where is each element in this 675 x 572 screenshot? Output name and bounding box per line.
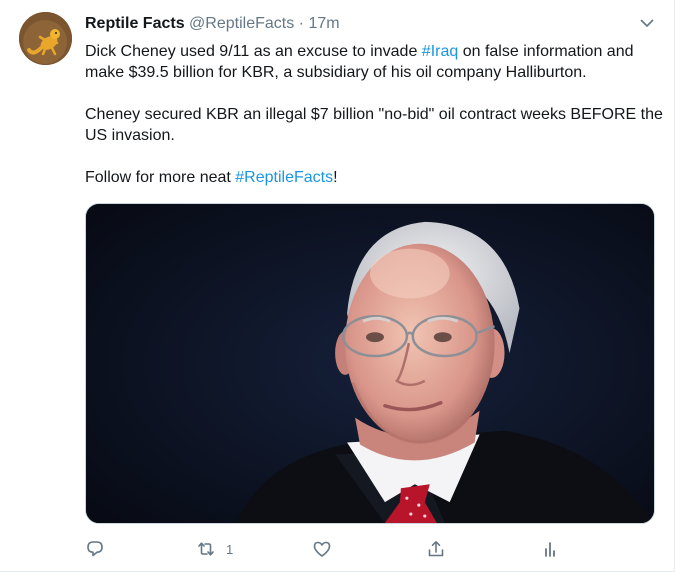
timestamp[interactable]: 17m	[308, 15, 339, 32]
reply-icon	[87, 541, 103, 557]
retweet-button[interactable]: 1	[196, 536, 233, 562]
chevron-down-icon	[640, 19, 654, 27]
text-segment: Follow for more neat	[85, 169, 236, 186]
share-button[interactable]	[426, 536, 446, 562]
retweet-icon	[198, 542, 214, 556]
lizard-avatar-icon	[19, 12, 72, 65]
tweet-paragraph: Follow for more neat #ReptileFacts!	[85, 167, 665, 188]
more-options-button[interactable]	[638, 14, 656, 32]
reply-button[interactable]	[85, 536, 105, 562]
tweet-paragraph: Cheney secured KBR an illegal $7 billion…	[85, 106, 663, 144]
analytics-button[interactable]	[540, 536, 560, 562]
share-icon	[428, 541, 444, 557]
tweet-card[interactable]: Reptile Facts @ReptileFacts · 17m Dick C…	[0, 0, 675, 572]
separator-dot: ·	[298, 15, 304, 32]
tweet-header: Reptile Facts @ReptileFacts · 17m	[85, 14, 340, 34]
tweet-text: Dick Cheney used 9/11 as an excuse to in…	[85, 41, 665, 188]
hashtag-link[interactable]: #Iraq	[422, 43, 458, 60]
text-segment: Dick Cheney used 9/11 as an excuse to in…	[85, 43, 422, 60]
tweet-photo[interactable]	[85, 203, 655, 524]
heart-icon	[313, 541, 331, 557]
avatar[interactable]	[19, 12, 72, 65]
tweet-actions: 1	[85, 536, 565, 562]
text-segment: !	[333, 169, 338, 186]
retweet-count: 1	[226, 541, 234, 557]
user-handle[interactable]: @ReptileFacts	[189, 15, 294, 32]
portrait-photo	[86, 204, 654, 523]
display-name[interactable]: Reptile Facts	[85, 15, 185, 32]
tweet-paragraph: Dick Cheney used 9/11 as an excuse to in…	[85, 41, 665, 83]
hashtag-link[interactable]: #ReptileFacts	[235, 169, 333, 186]
analytics-icon	[545, 542, 555, 557]
like-button[interactable]	[312, 536, 332, 562]
